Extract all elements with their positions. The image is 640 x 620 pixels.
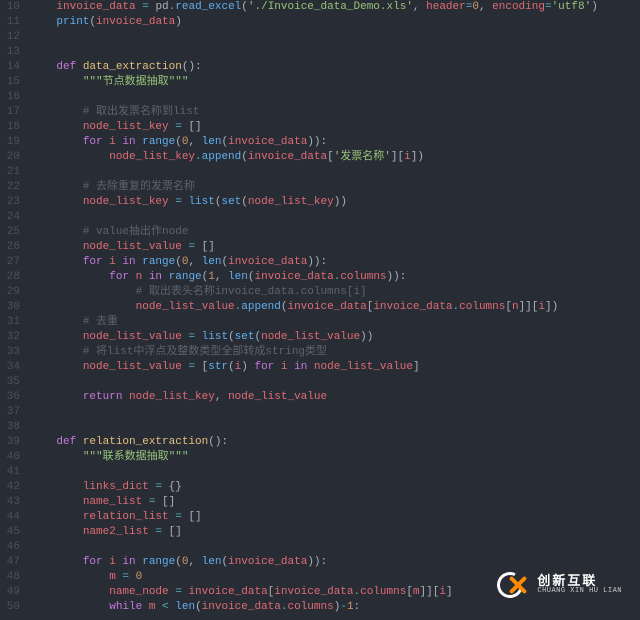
code-line[interactable]: name_list = []	[30, 495, 640, 510]
line-number: 34	[4, 360, 20, 375]
code-line[interactable]: node_list_value = []	[30, 240, 640, 255]
code-line[interactable]: node_list_key = list(set(node_list_key))	[30, 195, 640, 210]
code-line[interactable]: return node_list_key, node_list_value	[30, 390, 640, 405]
code-line[interactable]	[30, 465, 640, 480]
line-number: 33	[4, 345, 20, 360]
line-number: 21	[4, 165, 20, 180]
code-line[interactable]: print(invoice_data)	[30, 15, 640, 30]
line-number: 44	[4, 510, 20, 525]
code-line[interactable]	[30, 30, 640, 45]
code-line[interactable]: # 去重	[30, 315, 640, 330]
line-number: 43	[4, 495, 20, 510]
code-line[interactable]: node_list_value = list(set(node_list_val…	[30, 330, 640, 345]
line-number: 27	[4, 255, 20, 270]
code-line[interactable]: for n in range(1, len(invoice_data.colum…	[30, 270, 640, 285]
code-line[interactable]: links_dict = {}	[30, 480, 640, 495]
code-line[interactable]	[30, 45, 640, 60]
code-line[interactable]	[30, 90, 640, 105]
line-number: 48	[4, 570, 20, 585]
code-line[interactable]: def relation_extraction():	[30, 435, 640, 450]
line-number: 25	[4, 225, 20, 240]
line-number: 12	[4, 30, 20, 45]
code-line[interactable]: for i in range(0, len(invoice_data)):	[30, 135, 640, 150]
code-editor[interactable]: 1011121314151617181920212223242526272829…	[0, 0, 640, 620]
line-number: 15	[4, 75, 20, 90]
code-line[interactable]	[30, 375, 640, 390]
line-number: 49	[4, 585, 20, 600]
line-number: 29	[4, 285, 20, 300]
line-number: 17	[4, 105, 20, 120]
code-line[interactable]: node_list_key.append(invoice_data['发票名称'…	[30, 150, 640, 165]
code-line[interactable]: """联系数据抽取"""	[30, 450, 640, 465]
code-line[interactable]: for i in range(0, len(invoice_data)):	[30, 255, 640, 270]
line-number: 37	[4, 405, 20, 420]
line-number: 14	[4, 60, 20, 75]
line-number: 38	[4, 420, 20, 435]
line-number: 22	[4, 180, 20, 195]
line-number: 47	[4, 555, 20, 570]
logo-mark-icon	[497, 568, 531, 602]
logo-text-en: CHUANG XIN HU LIAN	[537, 588, 622, 595]
code-area[interactable]: invoice_data = pd.read_excel('./Invoice_…	[26, 0, 640, 620]
line-number: 23	[4, 195, 20, 210]
line-number: 42	[4, 480, 20, 495]
code-line[interactable]: invoice_data = pd.read_excel('./Invoice_…	[30, 0, 640, 15]
code-line[interactable]: # value抽出作node	[30, 225, 640, 240]
line-number: 18	[4, 120, 20, 135]
line-number: 26	[4, 240, 20, 255]
line-number: 50	[4, 600, 20, 615]
code-line[interactable]: node_list_value = [str(i) for i in node_…	[30, 360, 640, 375]
line-number: 41	[4, 465, 20, 480]
line-number: 13	[4, 45, 20, 60]
code-line[interactable]: node_list_key = []	[30, 120, 640, 135]
line-number: 20	[4, 150, 20, 165]
code-line[interactable]	[30, 405, 640, 420]
watermark-logo: 创新互联 CHUANG XIN HU LIAN	[497, 568, 622, 602]
line-number: 45	[4, 525, 20, 540]
code-line[interactable]: node_list_value.append(invoice_data[invo…	[30, 300, 640, 315]
code-line[interactable]: # 去除重复的发票名称	[30, 180, 640, 195]
code-line[interactable]	[30, 540, 640, 555]
line-number: 28	[4, 270, 20, 285]
line-number: 10	[4, 0, 20, 15]
line-number: 24	[4, 210, 20, 225]
line-number: 39	[4, 435, 20, 450]
code-line[interactable]: while m < len(invoice_data.columns)-1:	[30, 600, 640, 615]
line-number: 31	[4, 315, 20, 330]
line-number: 32	[4, 330, 20, 345]
line-number: 30	[4, 300, 20, 315]
line-number: 11	[4, 15, 20, 30]
line-number: 36	[4, 390, 20, 405]
line-number: 40	[4, 450, 20, 465]
line-number: 19	[4, 135, 20, 150]
code-line[interactable]: # 取出发票名称到list	[30, 105, 640, 120]
code-line[interactable]	[30, 420, 640, 435]
code-line[interactable]: # 取出表头名称invoice_data.columns[i]	[30, 285, 640, 300]
line-number: 46	[4, 540, 20, 555]
code-line[interactable]: relation_list = []	[30, 510, 640, 525]
line-number-gutter: 1011121314151617181920212223242526272829…	[0, 0, 26, 620]
code-line[interactable]: def data_extraction():	[30, 60, 640, 75]
code-line[interactable]: # 将list中浮点及整数类型全部转成string类型	[30, 345, 640, 360]
code-line[interactable]: """节点数据抽取"""	[30, 75, 640, 90]
code-line[interactable]: name2_list = []	[30, 525, 640, 540]
code-line[interactable]	[30, 210, 640, 225]
code-line[interactable]	[30, 165, 640, 180]
line-number: 35	[4, 375, 20, 390]
line-number: 16	[4, 90, 20, 105]
